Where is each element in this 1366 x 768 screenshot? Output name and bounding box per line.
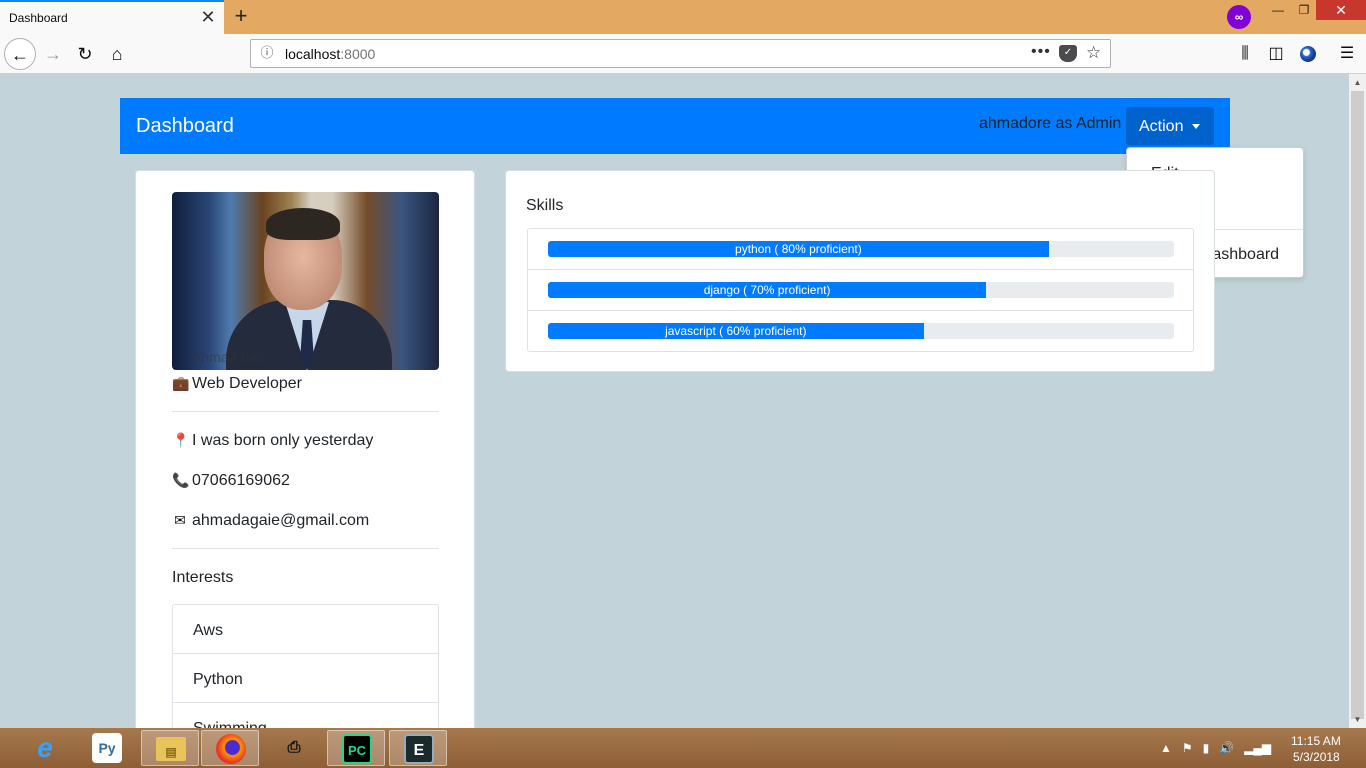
app-brand[interactable]: Dashboard xyxy=(136,115,234,138)
skill-progress-track: python ( 80% proficient) xyxy=(548,241,1174,257)
skill-label: django ( 70% proficient) xyxy=(703,283,831,297)
profile-card: Ahmad Bas 💼 Web Developer 📍 I was born onl… xyxy=(135,170,475,740)
python-icon: Py xyxy=(92,733,122,763)
pocket-icon[interactable]: ✓ xyxy=(1059,45,1077,62)
internet-explorer-icon: e xyxy=(37,732,53,763)
private-browsing-icon: ∞ xyxy=(1227,5,1251,29)
skills-heading: Skills xyxy=(526,197,564,214)
user-role-text: ahmadore as Admin xyxy=(979,115,1122,132)
taskbar-firefox[interactable] xyxy=(201,730,259,766)
clock-time[interactable]: 11:15 AM xyxy=(1291,734,1341,748)
reload-icon[interactable]: ↻ xyxy=(69,38,101,70)
extension-icon[interactable] xyxy=(1296,42,1320,66)
clock-date[interactable]: 5/3/2018 xyxy=(1293,750,1340,764)
divider xyxy=(172,411,439,412)
skill-progress-bar: python ( 80% proficient) xyxy=(548,241,1049,257)
browser-titlebar: Dashboard ✕ + ∞ — ❐ ✕ xyxy=(0,0,1366,34)
skill-label: javascript ( 60% proficient) xyxy=(665,324,807,338)
profile-email: ✉ ahmadagaie@gmail.com xyxy=(172,512,369,530)
photo-caption: Ahmad Bas xyxy=(192,349,265,365)
firefox-icon xyxy=(216,734,246,764)
map-marker-icon: 📍 xyxy=(172,432,190,448)
sidebar-toggle-icon[interactable]: ◫ xyxy=(1264,42,1288,66)
home-icon[interactable]: ⌂ xyxy=(101,38,133,70)
url-port: :8000 xyxy=(340,46,376,62)
caret-down-icon xyxy=(1192,124,1200,129)
system-tray[interactable]: ▲ ⚑ ▮ 🔊 ▂▄▆ xyxy=(1160,741,1271,755)
scroll-down-arrow-icon[interactable]: ▼ xyxy=(1349,711,1366,728)
profile-phone: 📞 07066169062 xyxy=(172,472,290,490)
list-item: Python xyxy=(173,654,438,703)
back-arrow-icon[interactable]: ← xyxy=(4,38,36,70)
bookmark-star-icon[interactable]: ☆ xyxy=(1086,43,1101,63)
skill-row: javascript ( 60% proficient) xyxy=(528,311,1193,352)
skill-label: python ( 80% proficient) xyxy=(735,242,862,256)
email-text[interactable]: ahmadagaie@gmail.com xyxy=(192,512,369,529)
window-restore-button[interactable]: ❐ xyxy=(1290,0,1318,20)
profile-location: 📍 I was born only yesterday xyxy=(172,432,373,450)
briefcase-icon: 💼 xyxy=(172,375,190,391)
pycharm-icon: PC xyxy=(342,734,372,764)
skill-progress-track: django ( 70% proficient) xyxy=(548,282,1174,298)
phone-icon: 📞 xyxy=(172,472,190,488)
forward-arrow-icon[interactable]: → xyxy=(37,38,69,70)
taskbar-internet-explorer[interactable]: e xyxy=(16,730,74,766)
list-item: Aws xyxy=(173,605,438,654)
envelope-icon: ✉ xyxy=(174,512,186,528)
scanner-icon: ⎙ xyxy=(287,739,301,756)
skill-row: python ( 80% proficient) xyxy=(528,229,1193,270)
action-button-label: Action xyxy=(1139,118,1184,135)
page-actions-icon[interactable]: ••• xyxy=(1031,43,1051,61)
tab-close-icon[interactable]: ✕ xyxy=(198,7,218,27)
phone-text: 07066169062 xyxy=(192,472,290,489)
taskbar-scanner[interactable]: ⎙ xyxy=(265,730,323,766)
skill-progress-bar: django ( 70% proficient) xyxy=(548,282,987,298)
scroll-up-arrow-icon[interactable]: ▲ xyxy=(1349,74,1366,91)
url-bar[interactable]: ⓘ localhost:8000 ••• ✓ ☆ xyxy=(250,39,1111,68)
library-icon[interactable]: ⫼ xyxy=(1233,42,1257,66)
interests-heading: Interests xyxy=(172,569,234,586)
folder-icon: ▤ xyxy=(156,737,186,761)
taskbar-file-explorer[interactable]: ▤ xyxy=(141,730,199,766)
page-scrollbar[interactable]: ▲ ▼ xyxy=(1349,74,1366,728)
taskbar-pycharm[interactable]: PC xyxy=(327,730,385,766)
tab-title: Dashboard xyxy=(9,11,68,25)
site-info-icon[interactable]: ⓘ xyxy=(259,45,275,61)
app-header: Dashboard ahmadore as Admin Action xyxy=(120,98,1230,154)
role-text: Web Developer xyxy=(192,375,302,392)
url-host: localhost xyxy=(285,46,341,62)
location-text: I was born only yesterday xyxy=(192,432,374,449)
skills-list: python ( 80% proficient) django ( 70% pr… xyxy=(527,228,1194,352)
profile-photo: Ahmad Bas xyxy=(172,192,439,370)
action-dropdown-button[interactable]: Action xyxy=(1126,107,1214,145)
divider xyxy=(172,548,439,549)
window-minimize-button[interactable]: — xyxy=(1264,0,1292,20)
taskbar-python[interactable]: Py xyxy=(78,730,136,766)
profile-role: 💼 Web Developer xyxy=(172,375,302,393)
terminal-icon: E xyxy=(404,734,434,764)
hamburger-menu-icon[interactable]: ☰ xyxy=(1335,42,1359,66)
os-taskbar: e Py ▤ ⎙ PC E ▲ ⚑ ▮ 🔊 ▂▄▆ 11:15 AM 5/3/2… xyxy=(0,728,1366,768)
interests-list: Aws Python Swimming xyxy=(172,604,439,739)
skill-row: django ( 70% proficient) xyxy=(528,270,1193,311)
skill-progress-bar: javascript ( 60% proficient) xyxy=(548,323,924,339)
window-close-button[interactable]: ✕ xyxy=(1316,0,1366,20)
taskbar-terminal[interactable]: E xyxy=(389,730,447,766)
url-text[interactable]: localhost:8000 xyxy=(285,46,375,62)
browser-tab[interactable]: Dashboard ✕ xyxy=(0,0,224,34)
skills-card: Skills python ( 80% proficient) django (… xyxy=(505,170,1215,372)
new-tab-button[interactable]: + xyxy=(230,4,252,28)
scrollbar-thumb[interactable] xyxy=(1351,91,1364,719)
browser-navbar: ← → ↻ ⌂ ⓘ localhost:8000 ••• ✓ ☆ ⫼ ◫ ☰ xyxy=(0,34,1366,74)
skill-progress-track: javascript ( 60% proficient) xyxy=(548,323,1174,339)
